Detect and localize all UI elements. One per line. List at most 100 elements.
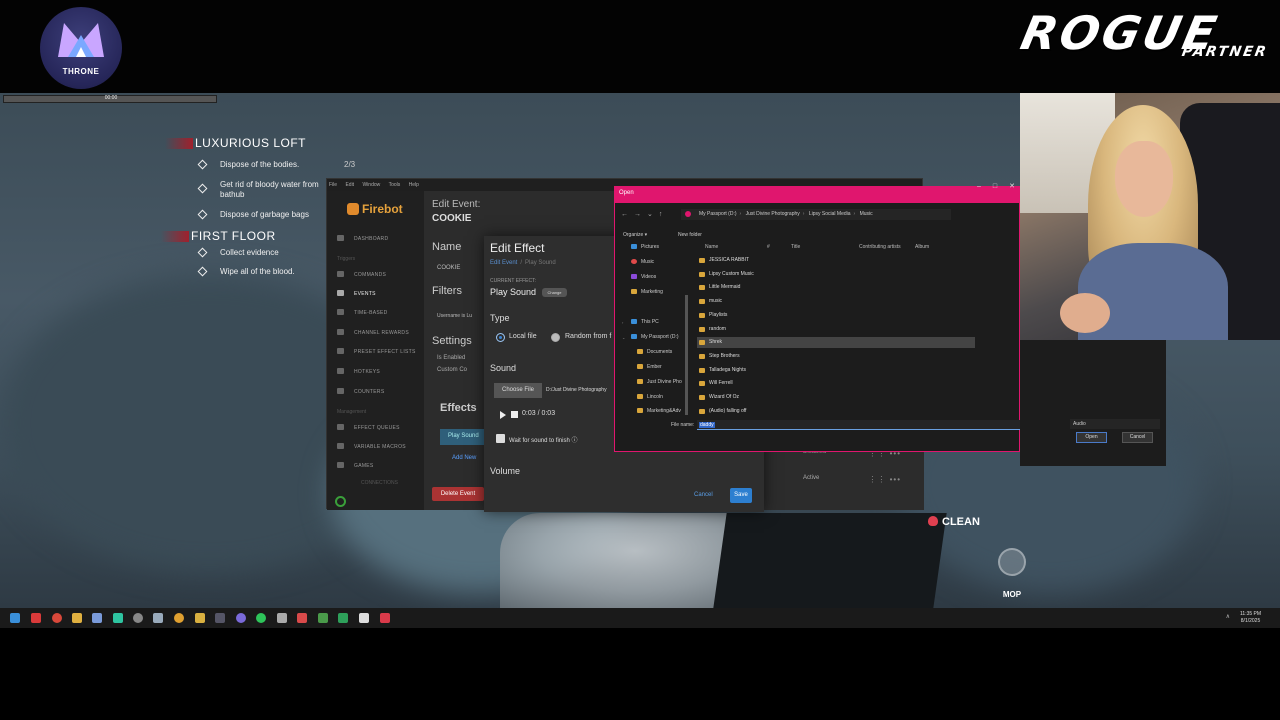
column-album[interactable]: Album xyxy=(915,244,929,250)
tree-item-videos[interactable]: Videos xyxy=(631,274,656,280)
nav-counters[interactable]: COUNTERS xyxy=(337,388,384,395)
spotify-icon[interactable] xyxy=(256,613,266,623)
file-list-item[interactable]: Little Mermaid xyxy=(697,282,975,293)
column-contributing-artists[interactable]: Contributing artists xyxy=(859,244,901,250)
organize-menu[interactable]: Organize ▾ xyxy=(623,232,647,238)
file-list-item[interactable]: Playlists xyxy=(697,310,975,321)
add-new-effect-link[interactable]: Add New xyxy=(452,455,476,461)
nav-games[interactable]: GAMES xyxy=(337,462,374,469)
app-icon[interactable] xyxy=(153,613,163,623)
taskbar-clock[interactable]: 11:35 PM 8/1/2025 xyxy=(1240,611,1261,625)
system-tray[interactable]: ∧ xyxy=(1226,613,1230,620)
app-icon[interactable] xyxy=(195,613,205,623)
nav-channel-rewards[interactable]: CHANNEL REWARDS xyxy=(337,329,409,336)
file-explorer-icon[interactable] xyxy=(72,613,82,623)
random-folder-radio[interactable] xyxy=(551,333,560,342)
back-icon[interactable]: ← xyxy=(621,211,628,218)
chevron-down-icon[interactable]: ⌄ xyxy=(647,211,653,218)
column-title[interactable]: Title xyxy=(791,244,800,250)
maximize-icon[interactable]: □ xyxy=(993,183,997,190)
open-button[interactable]: Open xyxy=(1076,432,1107,443)
file-list-item[interactable]: (Audio) falling off xyxy=(697,406,975,417)
custom-cooldown-toggle[interactable]: Custom Co xyxy=(437,367,467,373)
address-segment[interactable]: Lipsy Social Media xyxy=(809,211,851,217)
app-icon[interactable] xyxy=(380,613,390,623)
nav-events[interactable]: EVENTS xyxy=(337,290,376,297)
nav-time-based[interactable]: TIME-BASED xyxy=(337,309,388,316)
tree-item-lincoln[interactable]: Lincoln xyxy=(637,394,663,400)
tree-item-pictures[interactable]: Pictures xyxy=(631,244,659,250)
save-button[interactable]: Save xyxy=(730,488,752,503)
file-list-item[interactable]: Lipsy Custom Music xyxy=(697,269,975,280)
menu-edit[interactable]: Edit xyxy=(345,182,354,188)
expand-arrow-icon[interactable]: › xyxy=(622,320,623,325)
cancel-button[interactable]: Cancel xyxy=(694,492,713,498)
wait-for-sound-checkbox[interactable] xyxy=(496,434,505,443)
tree-item-ember[interactable]: Ember xyxy=(637,364,662,370)
tree-item-documents[interactable]: Documents xyxy=(637,349,672,355)
app-icon[interactable] xyxy=(338,613,348,623)
minimize-icon[interactable]: – xyxy=(977,183,981,190)
file-list-item[interactable]: random xyxy=(697,324,975,335)
file-list-item[interactable]: Wizard Of Oz xyxy=(697,392,975,403)
app-icon[interactable] xyxy=(52,613,62,623)
menu-file[interactable]: File xyxy=(329,182,337,188)
event-row-active[interactable]: Active ⋮⋮ ••• xyxy=(763,475,923,489)
tree-item-just-divine[interactable]: Just Divine Pho xyxy=(637,379,682,385)
column-number[interactable]: # xyxy=(767,244,770,250)
more-icon[interactable]: ⋮⋮ ••• xyxy=(868,475,901,484)
nav-commands[interactable]: COMMANDS xyxy=(337,271,386,278)
expand-arrow-icon[interactable]: ⌄ xyxy=(622,335,625,340)
app-icon[interactable] xyxy=(277,613,287,623)
settings-icon[interactable] xyxy=(133,613,143,623)
column-name[interactable]: Name xyxy=(705,244,718,250)
app-icon[interactable] xyxy=(92,613,102,623)
chrome-icon[interactable] xyxy=(174,613,184,623)
stop-icon[interactable] xyxy=(511,411,518,418)
file-list-item[interactable]: Shrek xyxy=(697,337,975,349)
address-segment[interactable]: Music xyxy=(860,211,873,217)
change-effect-button[interactable]: Change xyxy=(542,288,567,297)
discord-icon[interactable] xyxy=(236,613,246,623)
tree-item-marketing[interactable]: Marketing xyxy=(631,289,663,295)
address-segment[interactable]: My Passport (D:) xyxy=(699,211,737,217)
nav-dashboard[interactable]: DASHBOARD xyxy=(337,235,388,242)
navigation-scrollbar[interactable] xyxy=(685,295,688,415)
file-list-item[interactable]: Talladega Nights xyxy=(697,365,975,376)
play-icon[interactable] xyxy=(500,411,506,419)
dialog-cancel-button[interactable]: Cancel xyxy=(1122,432,1153,443)
tree-item-this-pc[interactable]: This PC xyxy=(631,319,659,325)
forward-icon[interactable]: → xyxy=(634,211,641,218)
delete-event-button[interactable]: Delete Event xyxy=(432,487,484,501)
connection-power-icon[interactable] xyxy=(335,496,346,507)
app-icon[interactable] xyxy=(31,613,41,623)
address-bar[interactable]: My Passport (D:) › Just Divine Photograph… xyxy=(681,209,951,220)
username-filter[interactable]: Username is Lu xyxy=(437,313,472,319)
new-folder-button[interactable]: New folder xyxy=(678,232,702,238)
event-name-field[interactable]: COOKIE xyxy=(437,265,460,271)
nav-hotkeys[interactable]: HOTKEYS xyxy=(337,368,380,375)
menu-window[interactable]: Window xyxy=(362,182,380,188)
address-segment[interactable]: Just Divine Photography xyxy=(746,211,800,217)
local-file-radio[interactable] xyxy=(496,333,505,342)
file-list-item[interactable]: Step Brothers xyxy=(697,351,975,362)
is-enabled-toggle[interactable]: Is Enabled xyxy=(437,355,465,361)
breadcrumb-edit-event[interactable]: Edit Event xyxy=(490,260,517,266)
menu-help[interactable]: Help xyxy=(409,182,419,188)
tree-item-marketing-adv[interactable]: Marketing&Adv xyxy=(637,408,681,414)
menu-tools[interactable]: Tools xyxy=(389,182,401,188)
close-icon[interactable]: ✕ xyxy=(1009,183,1015,190)
app-icon[interactable] xyxy=(215,613,225,623)
nav-preset-effect-lists[interactable]: PRESET EFFECT LISTS xyxy=(337,348,416,355)
app-icon[interactable] xyxy=(297,613,307,623)
file-list-item[interactable]: Will Ferrell xyxy=(697,378,975,389)
start-icon[interactable] xyxy=(10,613,20,623)
up-icon[interactable]: ↑ xyxy=(659,211,663,218)
tray-expand-icon[interactable]: ∧ xyxy=(1226,614,1230,620)
file-name-input[interactable]: daddy xyxy=(697,420,1065,430)
app-icon[interactable] xyxy=(318,613,328,623)
app-icon[interactable] xyxy=(359,613,369,623)
choose-file-button[interactable]: Choose File xyxy=(494,383,542,398)
tree-item-my-passport[interactable]: My Passport (D:) xyxy=(631,334,679,340)
file-list-item[interactable]: music xyxy=(697,296,975,307)
